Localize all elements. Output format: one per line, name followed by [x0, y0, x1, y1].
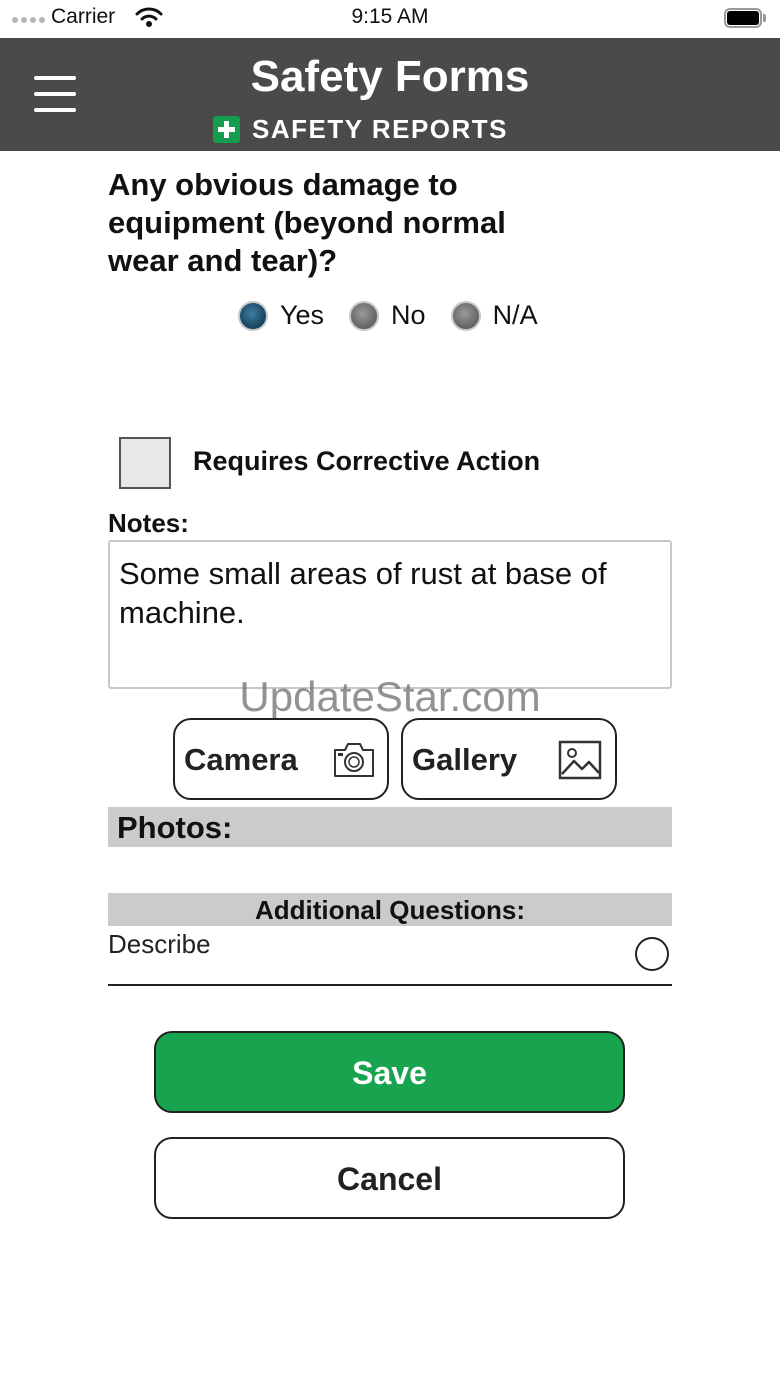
additional-question-label: Describe: [108, 929, 211, 959]
camera-icon: [334, 743, 374, 777]
page-title: Safety Forms: [250, 52, 530, 101]
question-text: Any obvious damage to equipment (beyond …: [108, 167, 506, 278]
circle-toggle-icon[interactable]: [635, 937, 669, 971]
status-time: 9:15 AM: [351, 5, 429, 28]
radio-label-na: N/A: [492, 300, 538, 330]
radio-label-yes: Yes: [280, 300, 325, 330]
radio-unselected-icon[interactable]: [450, 300, 481, 331]
cancel-button[interactable]: Cancel: [154, 1137, 625, 1219]
answer-radio-group: Yes No N/A: [238, 300, 563, 331]
additional-questions-header: Additional Questions:: [108, 893, 672, 926]
gallery-image-icon: [558, 740, 602, 780]
brand-logo: SAFETY REPORTS: [213, 113, 509, 144]
additional-question-row[interactable]: Describe: [108, 926, 672, 986]
corrective-action-label: Requires Corrective Action: [193, 446, 541, 476]
photos-section-header: Photos:: [108, 807, 672, 847]
cancel-button-label: Cancel: [337, 1161, 442, 1197]
gallery-button-label: Gallery: [412, 742, 518, 777]
corrective-action-checkbox[interactable]: [119, 437, 171, 489]
save-button[interactable]: Save: [154, 1031, 625, 1113]
camera-button-label: Camera: [184, 742, 298, 777]
brand-name: SAFETY REPORTS: [252, 113, 509, 144]
notes-textarea[interactable]: Some small areas of rust at base of mach…: [108, 540, 672, 689]
radio-option-na[interactable]: N/A: [450, 300, 538, 331]
gallery-button[interactable]: Gallery: [401, 718, 617, 800]
radio-unselected-icon[interactable]: [349, 300, 380, 331]
radio-option-no[interactable]: No: [349, 300, 426, 331]
radio-selected-icon[interactable]: [238, 300, 268, 331]
save-button-label: Save: [352, 1055, 427, 1091]
status-bar: Carrier 9:15 AM: [0, 0, 780, 38]
app-header: Safety Forms SAFETY REPORTS: [0, 38, 780, 151]
first-aid-cross-icon: [213, 115, 240, 143]
photos-label: Photos:: [117, 810, 233, 845]
radio-option-yes[interactable]: Yes: [238, 300, 324, 331]
additional-questions-label: Additional Questions:: [254, 895, 526, 925]
camera-button[interactable]: Camera: [173, 718, 389, 800]
battery-icon: [724, 8, 766, 28]
radio-label-no: No: [391, 300, 426, 330]
notes-label: Notes:: [108, 508, 189, 538]
